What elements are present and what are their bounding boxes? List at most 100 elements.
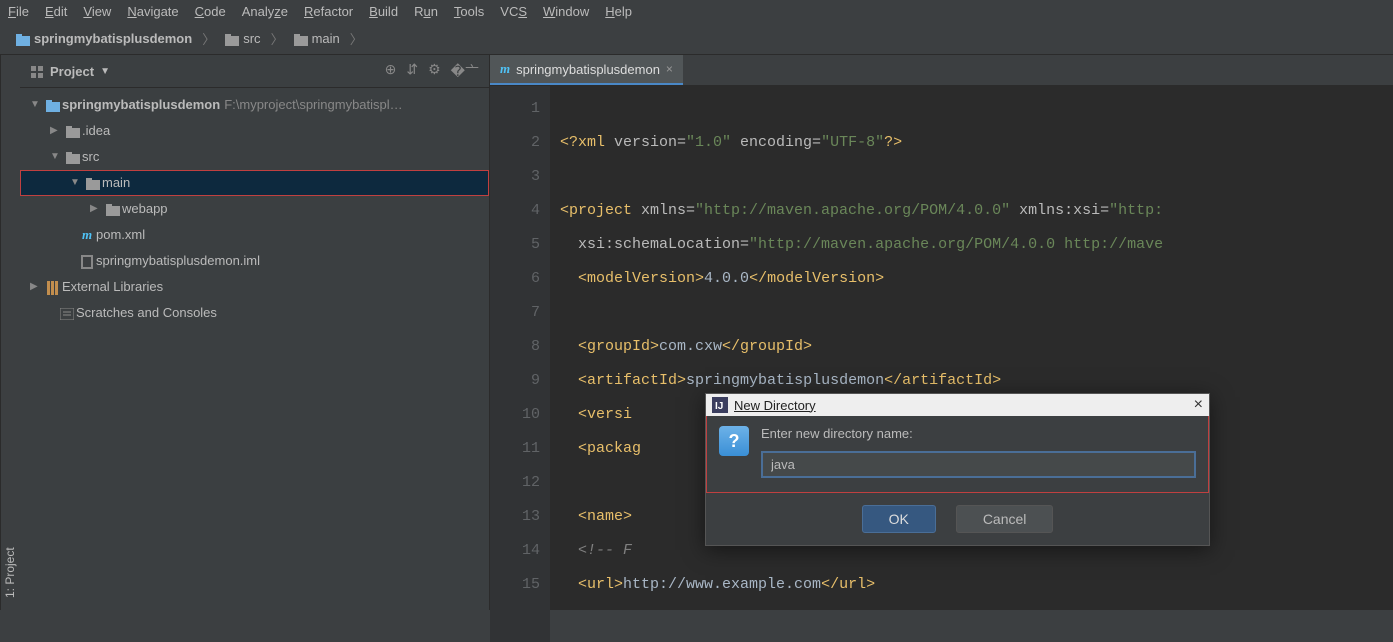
menu-help[interactable]: Help xyxy=(605,4,632,19)
line-number: 14 xyxy=(500,534,540,568)
breadcrumb-item-label: main xyxy=(312,31,340,46)
breadcrumb-item-label: src xyxy=(243,31,260,46)
gear-icon[interactable]: ⚙ xyxy=(428,61,441,81)
folder-icon xyxy=(225,31,239,46)
scratches-icon xyxy=(58,302,76,324)
menu-analyze[interactable]: Analyze xyxy=(242,4,288,19)
breadcrumb-main[interactable]: main xyxy=(288,29,346,48)
folder-icon xyxy=(84,172,102,194)
tree-item-external-libraries[interactable]: ▶ External Libraries xyxy=(20,274,489,300)
tree-item-label: Scratches and Consoles xyxy=(76,302,217,324)
code-content[interactable]: <?xml version="1.0" encoding="UTF-8"?> <… xyxy=(550,86,1173,642)
dialog-title: New Directory xyxy=(734,398,816,413)
chevron-right-icon: 〉 xyxy=(202,29,215,48)
tree-item-idea[interactable]: ▶ .idea xyxy=(20,118,489,144)
line-number: 5 xyxy=(500,228,540,262)
tree-root-path: F:\myproject\springmybatispl… xyxy=(224,94,402,116)
folder-icon xyxy=(64,120,82,142)
line-number: 12 xyxy=(500,466,540,500)
line-number: 15 xyxy=(500,568,540,602)
tree-item-webapp[interactable]: ▶ webapp xyxy=(20,196,489,222)
chevron-down-icon: ▼ xyxy=(100,66,110,77)
directory-name-input[interactable] xyxy=(761,451,1196,478)
chevron-right-icon: 〉 xyxy=(350,29,363,48)
line-number: 2 xyxy=(500,126,540,160)
arrow-collapsed-icon[interactable]: ▶ xyxy=(90,198,104,220)
arrow-collapsed-icon[interactable]: ▶ xyxy=(30,276,44,298)
module-icon xyxy=(44,94,62,116)
menu-view[interactable]: View xyxy=(83,4,111,19)
editor-tab-active[interactable]: m springmybatisplusdemon × xyxy=(490,55,683,85)
chevron-right-icon: 〉 xyxy=(271,29,284,48)
line-number: 9 xyxy=(500,364,540,398)
locate-icon[interactable]: ⊕ xyxy=(385,61,397,81)
file-icon xyxy=(78,250,96,272)
tree-item-pom[interactable]: m pom.xml xyxy=(20,222,489,248)
close-icon[interactable]: × xyxy=(666,62,673,76)
hide-icon[interactable]: �亠 xyxy=(451,61,479,81)
line-number: 3 xyxy=(500,160,540,194)
cancel-button[interactable]: Cancel xyxy=(956,505,1054,533)
menu-navigate[interactable]: Navigate xyxy=(127,4,178,19)
line-number: 10 xyxy=(500,398,540,432)
menu-run[interactable]: Run xyxy=(414,4,438,19)
menu-file[interactable]: File xyxy=(8,4,29,19)
tree-item-scratches[interactable]: Scratches and Consoles xyxy=(20,300,489,326)
project-panel: Project ▼ ⊕ ⇵ ⚙ �亠 ▼ springmybatisplusde… xyxy=(20,55,490,610)
line-number: 8 xyxy=(500,330,540,364)
tree-item-label: springmybatisplusdemon.iml xyxy=(96,250,260,272)
line-number: 11 xyxy=(500,432,540,466)
line-number: 6 xyxy=(500,262,540,296)
project-icon xyxy=(30,63,44,79)
code-editor[interactable]: 1 2 3 4 5 6 7 8 9 10 11 12 13 14 15 <?xm… xyxy=(490,86,1393,642)
folder-icon xyxy=(104,198,122,220)
dialog-title-bar[interactable]: IJ New Directory × xyxy=(706,394,1209,416)
project-panel-header: Project ▼ ⊕ ⇵ ⚙ �亠 xyxy=(20,55,489,88)
panel-tools: ⊕ ⇵ ⚙ �亠 xyxy=(385,61,479,81)
arrow-collapsed-icon[interactable]: ▶ xyxy=(50,120,64,142)
line-number: 4 xyxy=(500,194,540,228)
line-number: 1 xyxy=(500,92,540,126)
library-icon xyxy=(44,276,62,298)
menu-code[interactable]: Code xyxy=(195,4,226,19)
arrow-expanded-icon[interactable]: ▼ xyxy=(50,146,64,168)
tree-item-label: src xyxy=(82,146,99,168)
tree-item-label: webapp xyxy=(122,198,168,220)
collapse-icon[interactable]: ⇵ xyxy=(406,61,418,81)
tree-item-main[interactable]: ▼ main xyxy=(20,170,489,196)
tool-window-bar-left[interactable]: 1: Project xyxy=(0,55,20,610)
breadcrumb-root[interactable]: springmybatisplusdemon xyxy=(10,29,198,48)
line-number: 13 xyxy=(500,500,540,534)
menu-edit[interactable]: Edit xyxy=(45,4,67,19)
arrow-expanded-icon[interactable]: ▼ xyxy=(70,172,84,194)
svg-text:IJ: IJ xyxy=(715,401,723,412)
tree-root[interactable]: ▼ springmybatisplusdemon F:\myproject\sp… xyxy=(20,92,489,118)
tool-window-project-label[interactable]: 1: Project xyxy=(1,55,19,602)
menu-bar: File Edit View Navigate Code Analyze Ref… xyxy=(0,0,1393,23)
folder-icon xyxy=(64,146,82,168)
menu-refactor[interactable]: Refactor xyxy=(304,4,353,19)
breadcrumb-root-label: springmybatisplusdemon xyxy=(34,31,192,46)
arrow-expanded-icon[interactable]: ▼ xyxy=(30,94,44,116)
line-gutter: 1 2 3 4 5 6 7 8 9 10 11 12 13 14 15 xyxy=(490,86,550,642)
project-tree[interactable]: ▼ springmybatisplusdemon F:\myproject\sp… xyxy=(20,88,489,330)
breadcrumb: springmybatisplusdemon 〉 src 〉 main 〉 xyxy=(0,23,1393,55)
menu-vcs[interactable]: VCS xyxy=(500,4,527,19)
tree-item-label: pom.xml xyxy=(96,224,145,246)
dialog-prompt: Enter new directory name: xyxy=(761,426,1196,441)
menu-window[interactable]: Window xyxy=(543,4,589,19)
ok-button[interactable]: OK xyxy=(862,505,936,533)
project-panel-title[interactable]: Project ▼ xyxy=(30,63,110,79)
tree-item-src[interactable]: ▼ src xyxy=(20,144,489,170)
breadcrumb-src[interactable]: src xyxy=(219,29,266,48)
editor-tab-label: springmybatisplusdemon xyxy=(516,62,660,77)
line-number: 7 xyxy=(500,296,540,330)
menu-build[interactable]: Build xyxy=(369,4,398,19)
maven-icon: m xyxy=(78,224,96,246)
menu-tools[interactable]: Tools xyxy=(454,4,484,19)
close-icon[interactable]: × xyxy=(1194,396,1203,414)
ide-icon: IJ xyxy=(712,397,728,414)
tree-item-iml[interactable]: springmybatisplusdemon.iml xyxy=(20,248,489,274)
tree-item-label: .idea xyxy=(82,120,110,142)
tree-item-label: main xyxy=(102,172,130,194)
